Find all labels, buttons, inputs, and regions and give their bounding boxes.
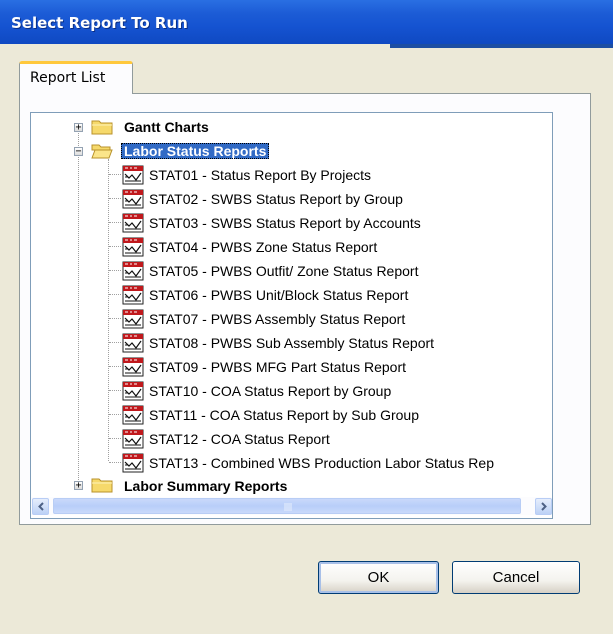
report-icon	[122, 309, 144, 329]
report-icon	[122, 261, 144, 281]
tree-item-report[interactable]: STAT12 - COA Status Report	[122, 428, 330, 450]
folder-label: Gantt Charts	[124, 119, 209, 135]
tree-content: + Gantt Charts − Labor Status Reports ST…	[31, 113, 552, 497]
scroll-right-button[interactable]	[535, 498, 552, 515]
report-label: STAT10 - COA Status Report by Group	[149, 383, 392, 399]
title-bar[interactable]: Select Report To Run	[0, 0, 613, 44]
ok-button[interactable]: OK	[318, 561, 439, 594]
tree-item-report[interactable]: STAT09 - PWBS MFG Part Status Report	[122, 356, 406, 378]
report-label: STAT01 - Status Report By Projects	[149, 167, 372, 183]
report-tree-view[interactable]: + Gantt Charts − Labor Status Reports ST…	[30, 112, 553, 519]
folder-label: Labor Summary Reports	[124, 478, 288, 494]
report-icon	[122, 357, 144, 377]
report-icon	[122, 429, 144, 449]
report-label: STAT06 - PWBS Unit/Block Status Report	[149, 287, 409, 303]
expand-labor-summary-icon[interactable]: +	[74, 481, 83, 491]
report-icon	[122, 189, 144, 209]
dialog-window: Select Report To Run Report List + Gantt…	[0, 0, 613, 634]
report-label: STAT07 - PWBS Assembly Status Report	[149, 311, 406, 327]
tree-item-report[interactable]: STAT05 - PWBS Outfit/ Zone Status Report	[122, 260, 418, 282]
tree-item-report[interactable]: STAT08 - PWBS Sub Assembly Status Report	[122, 332, 434, 354]
scroll-left-button[interactable]	[32, 498, 49, 515]
report-icon	[122, 165, 144, 185]
tree-folder-labor-summary-reports[interactable]: Labor Summary Reports	[121, 475, 290, 497]
report-label: STAT11 - COA Status Report by Sub Group	[149, 407, 420, 423]
horizontal-scrollbar[interactable]	[31, 497, 552, 515]
tree-item-report[interactable]: STAT07 - PWBS Assembly Status Report	[122, 308, 405, 330]
title-bar-strip	[390, 44, 613, 48]
window-title: Select Report To Run	[11, 14, 188, 32]
tree-item-report[interactable]: STAT10 - COA Status Report by Group	[122, 380, 391, 402]
report-label: STAT03 - SWBS Status Report by Accounts	[149, 215, 421, 231]
tree-branch-line	[108, 159, 109, 461]
report-icon	[122, 405, 144, 425]
horizontal-scroll-thumb[interactable]	[53, 498, 521, 514]
tree-item-report[interactable]: STAT03 - SWBS Status Report by Accounts	[122, 212, 421, 234]
folder-icon	[91, 120, 113, 135]
tree-root-line	[78, 123, 79, 486]
report-label: STAT05 - PWBS Outfit/ Zone Status Report	[149, 263, 419, 279]
report-label: STAT09 - PWBS MFG Part Status Report	[149, 359, 406, 375]
chevron-left-icon	[37, 502, 44, 511]
report-icon	[122, 333, 144, 353]
report-icon	[122, 237, 144, 257]
report-icon	[122, 213, 144, 233]
report-label: STAT12 - COA Status Report	[149, 431, 330, 447]
report-icon	[122, 381, 144, 401]
report-label: STAT02 - SWBS Status Report by Group	[149, 191, 403, 207]
report-icon	[122, 453, 144, 473]
collapse-labor-status-icon[interactable]: −	[74, 147, 83, 157]
folder-icon	[91, 478, 113, 493]
chevron-right-icon	[540, 502, 547, 511]
tree-folder-gantt-charts[interactable]: Gantt Charts	[121, 116, 212, 138]
report-label: STAT13 - Combined WBS Production Labor S…	[149, 455, 494, 471]
tree-item-report[interactable]: STAT01 - Status Report By Projects	[122, 164, 371, 186]
tree-item-report[interactable]: STAT04 - PWBS Zone Status Report	[122, 236, 377, 258]
expand-gantt-charts-icon[interactable]: +	[74, 123, 83, 133]
tree-folder-labor-status-reports[interactable]: Labor Status Reports	[121, 140, 270, 162]
grip-icon	[284, 503, 292, 511]
report-label: STAT04 - PWBS Zone Status Report	[149, 239, 378, 255]
tree-item-report[interactable]: STAT11 - COA Status Report by Sub Group	[122, 404, 419, 426]
folder-open-icon	[91, 144, 113, 159]
cancel-button[interactable]: Cancel	[452, 561, 580, 594]
report-icon	[122, 285, 144, 305]
folder-label: Labor Status Reports	[121, 143, 270, 159]
tab-report-list[interactable]: Report List	[19, 61, 133, 94]
tree-item-report[interactable]: STAT02 - SWBS Status Report by Group	[122, 188, 403, 210]
tab-report-list-label: Report List	[30, 70, 106, 86]
tree-item-report[interactable]: STAT13 - Combined WBS Production Labor S…	[122, 452, 494, 474]
tree-item-report[interactable]: STAT06 - PWBS Unit/Block Status Report	[122, 284, 408, 306]
report-label: STAT08 - PWBS Sub Assembly Status Report	[149, 335, 435, 351]
